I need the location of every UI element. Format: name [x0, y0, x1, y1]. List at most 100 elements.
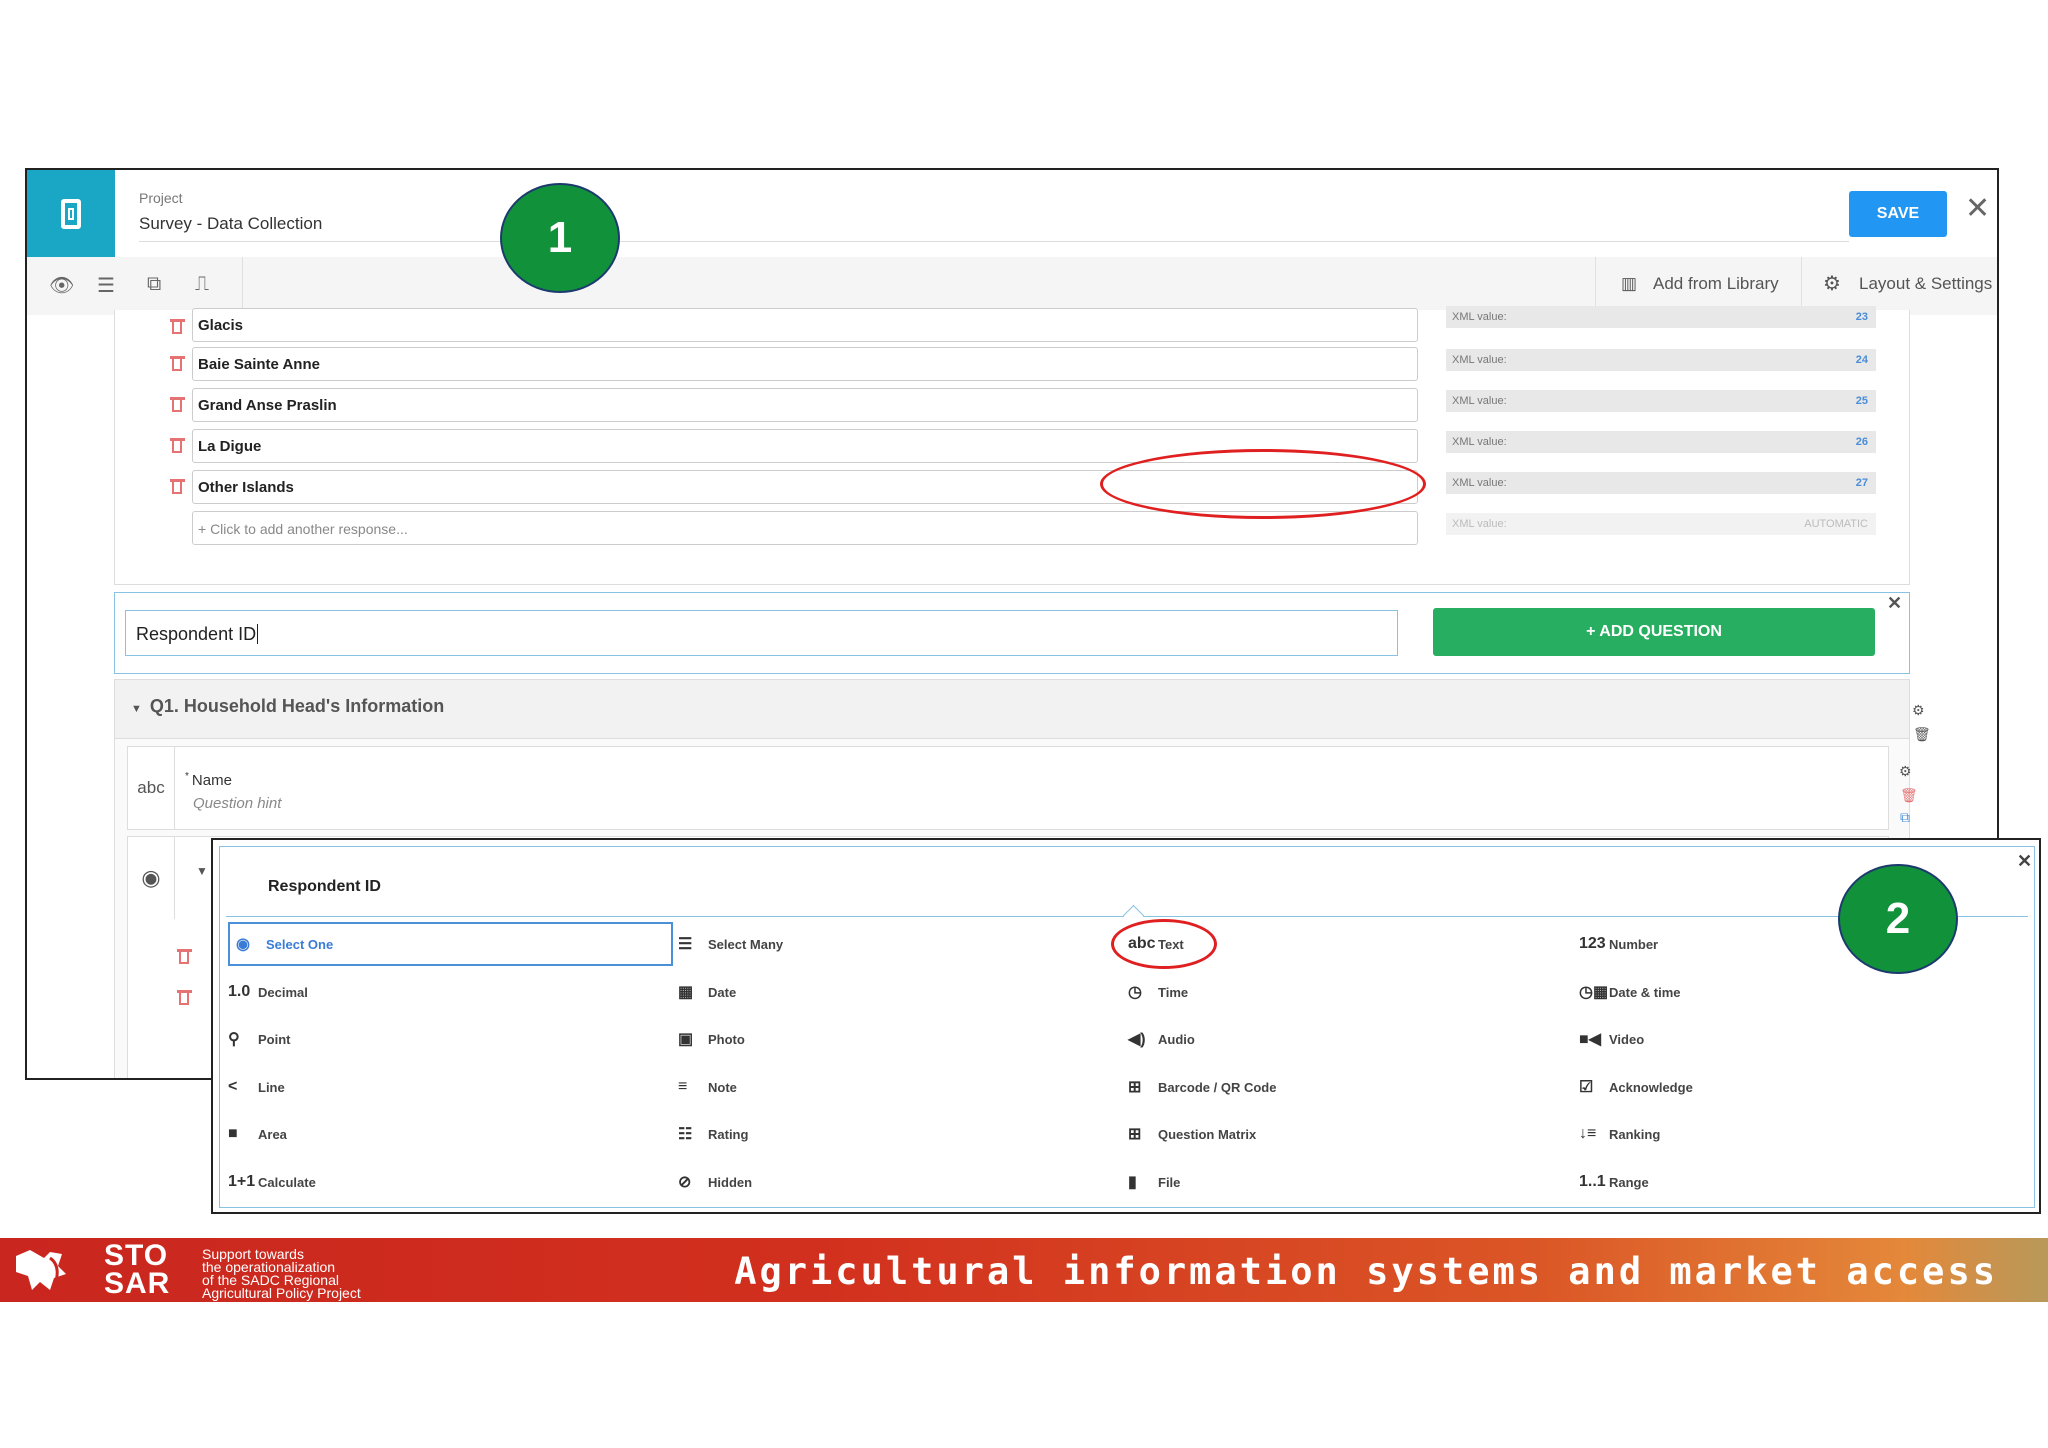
add-from-library-button[interactable]: Add from Library	[1653, 274, 1779, 294]
xml-value-field[interactable]: XML value: 24	[1446, 349, 1876, 371]
question-type-option[interactable]: ⊘ Hidden	[678, 1160, 752, 1204]
layout-settings-button[interactable]: Layout & Settings	[1859, 274, 1992, 294]
question-label[interactable]: * Name	[185, 771, 232, 789]
question-type-option[interactable]: ◷ Time	[1128, 970, 1188, 1014]
question-type-icon: 1.0	[228, 983, 251, 1000]
question-hint[interactable]: Question hint	[193, 795, 281, 812]
question-type-option[interactable]: ▮ File	[1128, 1160, 1180, 1204]
question-type-option[interactable]: < Line	[228, 1065, 285, 1109]
close-icon[interactable]: ✕	[2017, 851, 2032, 872]
clone-icon[interactable]: ⧉	[147, 273, 161, 296]
question-type-option[interactable]: ⊞ Question Matrix	[1128, 1112, 1256, 1156]
delete-icon[interactable]: 🗑	[1900, 787, 1918, 804]
project-label: Project	[139, 190, 183, 206]
group-title[interactable]: ▼ Q1. Household Head's Information	[131, 696, 444, 717]
question-type-option[interactable]: 1..1 Range	[1579, 1160, 1649, 1204]
trash-icon[interactable]: 🗑	[1913, 726, 1931, 743]
question-type-option[interactable]: ▣ Photo	[678, 1017, 745, 1061]
xml-value-field[interactable]: XML value: 27	[1446, 472, 1876, 494]
add-question-button[interactable]: + ADD QUESTION	[1433, 608, 1875, 656]
duplicate-icon[interactable]: ⧉	[1900, 809, 1910, 826]
question-type-label: Select One	[266, 936, 334, 952]
choice-list: Glacis XML value: 23 Baie Sainte Anne XML…	[114, 306, 1910, 585]
question-type-icon: ⊘	[678, 1174, 692, 1191]
question-type-option[interactable]: ◀) Audio	[1128, 1017, 1195, 1061]
delete-icon[interactable]	[170, 438, 185, 453]
project-name[interactable]: Survey - Data Collection	[139, 214, 322, 234]
xml-value-field: XML value: AUTOMATIC	[1446, 513, 1876, 535]
question-type-option[interactable]: ☑ Acknowledge	[1579, 1065, 1693, 1109]
delete-icon[interactable]	[170, 397, 185, 412]
question-type-option[interactable]: 1+1 Calculate	[228, 1160, 316, 1204]
question-type-option[interactable]: 1.0 Decimal	[228, 970, 308, 1014]
delete-icon[interactable]	[170, 479, 185, 494]
question-name-input[interactable]: Respondent ID	[125, 610, 1398, 656]
gear-icon[interactable]: ⚙	[1899, 763, 1912, 780]
question-type-option[interactable]: ≡ Note	[678, 1065, 737, 1109]
question-type-option[interactable]: ⊞ Barcode / QR Code	[1128, 1065, 1276, 1109]
gear-icon[interactable]: ⚙	[1912, 702, 1925, 719]
preview-eye-icon[interactable]: 👁	[49, 273, 74, 298]
question-type-icon: ⚲	[228, 1031, 240, 1048]
xml-label: XML value:	[1452, 354, 1507, 366]
choice-label-input[interactable]: Glacis	[192, 308, 1418, 342]
callout-2: 2	[1838, 864, 1958, 974]
xml-label: XML value:	[1452, 477, 1507, 489]
question-name: Name	[191, 772, 232, 789]
question-type-icon: 1..1	[1579, 1173, 1606, 1190]
delete-icon[interactable]	[177, 949, 192, 964]
xml-value-field[interactable]: XML value: 26	[1446, 431, 1876, 453]
question-type-label: Range	[1609, 1174, 1649, 1190]
question-type-option[interactable]: ■ Area	[228, 1112, 287, 1156]
question-type-label: File	[1158, 1174, 1181, 1190]
highlight-ellipse	[1100, 449, 1426, 519]
collapse-caret-icon[interactable]: ▼	[131, 703, 142, 715]
question-type-option[interactable]: ⚲ Point	[228, 1017, 291, 1061]
xml-value-field[interactable]: XML value: 25	[1446, 390, 1876, 412]
question-type-label: Ranking	[1609, 1126, 1661, 1142]
question-type-option[interactable]: 123 Number	[1579, 922, 1658, 966]
choice-label-input[interactable]: Baie Sainte Anne	[192, 347, 1418, 381]
list-numbered-icon[interactable]: ☰	[97, 273, 115, 298]
popup-panel: Respondent ID ✕ ◉ Select One ☰ Select Many a…	[219, 846, 2035, 1208]
question-type-option[interactable]: ◷▦ Date & time	[1579, 970, 1681, 1014]
xml-label: XML value:	[1452, 436, 1507, 448]
question-type-label: Hidden	[708, 1174, 753, 1190]
xml-value: 27	[1855, 477, 1868, 489]
question-type-popup: Respondent ID ✕ ◉ Select One ☰ Select Many a…	[211, 838, 2041, 1214]
question-row[interactable]: abc * Name Question hint	[127, 746, 1889, 830]
collapse-caret-icon[interactable]: ▼	[196, 864, 208, 878]
save-button[interactable]: SAVE	[1849, 191, 1947, 237]
question-type-icon: ◀)	[1128, 1031, 1146, 1048]
choice-label-input[interactable]: Grand Anse Praslin	[192, 388, 1418, 422]
xml-value-field[interactable]: XML value: 23	[1446, 306, 1876, 328]
question-type-label: Decimal	[258, 984, 308, 1000]
question-type-label: Question Matrix	[1158, 1126, 1257, 1142]
app-icon[interactable]	[27, 170, 115, 257]
group-header[interactable]: ▼ Q1. Household Head's Information	[115, 680, 1909, 739]
question-type-icon: ≡	[678, 1078, 688, 1095]
question-type-option[interactable]: ▦ Date	[678, 970, 736, 1014]
xml-label: XML value:	[1452, 518, 1507, 530]
question-type-option[interactable]: ◉ Select One	[228, 922, 673, 966]
question-type-option[interactable]: ↓≡ Ranking	[1579, 1112, 1660, 1156]
question-type-label: Video	[1609, 1031, 1645, 1047]
question-type-icon: ▮	[1128, 1174, 1137, 1191]
question-type-option[interactable]: ☷ Rating	[678, 1112, 748, 1156]
question-type-option[interactable]: ■◀ Video	[1579, 1017, 1644, 1061]
question-type-option[interactable]: ☰ Select Many	[678, 922, 783, 966]
delete-icon[interactable]	[177, 990, 192, 1005]
brand-bottom: SAR	[104, 1267, 171, 1300]
xml-value: 24	[1855, 354, 1868, 366]
delete-icon[interactable]	[170, 319, 185, 334]
close-icon[interactable]: ✕	[1965, 194, 1990, 224]
logic-icon[interactable]: ⎍	[195, 273, 209, 296]
brand-tagline: Support towards the operationalization o…	[202, 1247, 361, 1301]
question-type-icon: ▦	[678, 984, 694, 1001]
close-icon[interactable]: ✕	[1887, 593, 1902, 614]
question-type-label: Date	[708, 984, 737, 1000]
question-type-label: Point	[258, 1031, 291, 1047]
tagline-line: Agricultural Policy Project	[202, 1285, 361, 1301]
delete-icon[interactable]	[170, 356, 185, 371]
add-question-bar: Respondent ID + ADD QUESTION ✕	[114, 592, 1910, 674]
